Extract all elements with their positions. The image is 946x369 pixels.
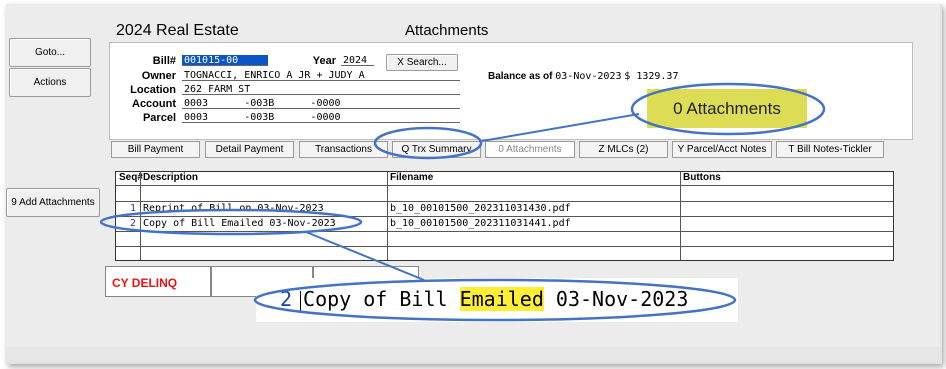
row-highlight-ellipse — [99, 208, 363, 236]
connector-line — [305, 231, 425, 281]
zoom-ellipse — [253, 278, 737, 322]
callout-ellipse — [630, 82, 826, 136]
tab-highlight-ellipse — [373, 126, 483, 160]
connector-line — [481, 113, 640, 142]
app-window: Goto... Actions 9 Add Attachments 2024 R… — [6, 4, 940, 362]
annotation-overlay — [99, 82, 826, 322]
